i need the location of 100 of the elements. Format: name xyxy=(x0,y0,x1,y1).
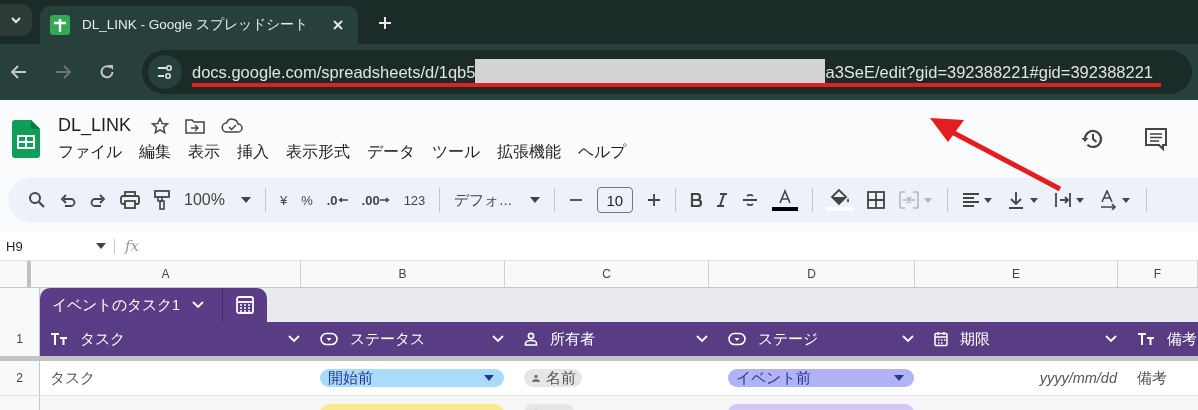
menu-item[interactable]: ファイル xyxy=(58,142,122,163)
star-icon[interactable] xyxy=(151,116,170,135)
left-arrow-icon xyxy=(337,197,348,203)
row-number[interactable]: 1 xyxy=(0,322,40,356)
horizontal-align-icon[interactable] xyxy=(961,192,994,208)
menu-item[interactable]: 拡張機能 xyxy=(497,142,561,163)
chevron-down-icon xyxy=(192,301,205,309)
row-number[interactable]: 2 xyxy=(16,371,23,385)
chevron-down-icon[interactable] xyxy=(288,335,300,343)
header-label: 期限 xyxy=(960,329,991,349)
header-label: ステージ xyxy=(758,329,819,349)
column-header-cell[interactable]: 所有者 xyxy=(514,322,718,356)
menu-item[interactable]: 挿入 xyxy=(237,142,269,163)
text-color-icon[interactable] xyxy=(771,189,798,211)
vertical-align-icon[interactable] xyxy=(1007,191,1040,209)
menu-item[interactable]: ツール xyxy=(432,142,480,163)
fill-color-icon[interactable] xyxy=(826,188,853,212)
browser-tab[interactable]: DL_LINK - Google スプレッドシート xyxy=(40,6,358,44)
dropdown-arrow-icon xyxy=(240,197,251,203)
url-text: docs.google.com/spreadsheets/d/1qb5 xyxy=(192,62,476,82)
reload-icon[interactable] xyxy=(98,63,116,81)
cloud-check-icon[interactable] xyxy=(221,117,244,134)
move-folder-icon[interactable] xyxy=(185,117,206,134)
percent-button[interactable]: % xyxy=(301,192,313,208)
chevron-down-icon[interactable] xyxy=(1105,335,1117,343)
chevron-down-icon[interactable] xyxy=(696,335,708,343)
font-size-field[interactable]: 10 xyxy=(596,187,633,213)
dropdown-chip-icon xyxy=(320,332,338,346)
text-rotation-icon[interactable] xyxy=(1099,190,1132,210)
chevron-down-icon[interactable] xyxy=(492,335,504,343)
zoom-dropdown[interactable]: 100% xyxy=(184,191,251,209)
menu-item[interactable]: 編集 xyxy=(139,142,171,163)
undo-icon[interactable] xyxy=(60,193,76,207)
right-arrow-icon xyxy=(379,197,390,203)
text-wrapping-icon[interactable] xyxy=(1053,192,1086,208)
search-icon[interactable] xyxy=(28,191,46,209)
status-chip[interactable]: 開始前 xyxy=(320,369,504,387)
tab-list-button[interactable] xyxy=(0,4,32,36)
url-text: a3SeE/edit?gid=392388221#gid=392388221 xyxy=(825,62,1154,82)
column-header-cell[interactable]: ステージ xyxy=(718,322,924,356)
text-type-icon xyxy=(1137,332,1155,346)
back-arrow-icon[interactable] xyxy=(10,64,28,80)
dropdown-arrow-icon xyxy=(484,375,494,381)
menu-item[interactable]: データ xyxy=(367,142,415,163)
menu-item[interactable]: ヘルプ xyxy=(578,142,626,163)
header-label: タスク xyxy=(80,329,126,349)
column-header-cell[interactable]: タスク xyxy=(40,322,310,356)
dropdown-chip-icon xyxy=(728,332,746,346)
column-header[interactable]: E xyxy=(915,261,1118,287)
borders-icon[interactable] xyxy=(866,191,885,209)
new-tab-icon[interactable] xyxy=(378,16,392,30)
chevron-down-icon[interactable] xyxy=(902,335,914,343)
table-name-tab[interactable]: イベントのタスク1 xyxy=(40,288,224,322)
decrease-decimal-button[interactable]: .0 xyxy=(326,192,348,208)
calendar-icon xyxy=(934,331,948,347)
paint-format-icon[interactable] xyxy=(154,190,170,210)
strikethrough-icon[interactable] xyxy=(741,193,758,207)
column-header[interactable]: A xyxy=(31,261,301,287)
column-header-cell[interactable]: 備考 xyxy=(1127,322,1198,356)
dropdown-arrow-icon xyxy=(529,197,540,203)
menu-item[interactable]: 表示 xyxy=(188,142,220,163)
person-icon xyxy=(532,374,540,382)
person-icon xyxy=(524,332,538,346)
close-icon[interactable] xyxy=(332,19,344,31)
column-header-cell[interactable]: 期限 xyxy=(924,322,1127,356)
menu-item[interactable]: 表示形式 xyxy=(286,142,350,163)
document-title[interactable]: DL_LINK xyxy=(58,115,132,136)
chevron-down-icon xyxy=(10,16,22,24)
currency-button[interactable]: ¥ xyxy=(279,192,288,208)
person-chip[interactable]: 名前 xyxy=(524,369,582,387)
bold-icon[interactable] xyxy=(689,193,702,207)
column-header-cell[interactable]: ステータス xyxy=(310,322,514,356)
formula-label: fx xyxy=(125,237,139,255)
sheets-favicon-icon xyxy=(50,15,70,35)
table-cell: 備考 xyxy=(1137,368,1167,388)
column-header[interactable]: C xyxy=(505,261,709,287)
header-label: ステータス xyxy=(350,329,426,349)
table-cell: タスク xyxy=(50,368,95,388)
italic-icon[interactable] xyxy=(715,193,728,207)
column-header[interactable]: D xyxy=(709,261,915,287)
column-header[interactable]: F xyxy=(1118,261,1198,287)
comment-icon[interactable] xyxy=(1144,127,1168,151)
status-chip[interactable]: イベント前 xyxy=(728,369,914,387)
column-header[interactable]: B xyxy=(301,261,505,287)
font-dropdown[interactable]: デフォ... xyxy=(454,190,540,210)
dropdown-arrow-icon xyxy=(96,243,106,249)
plus-icon[interactable] xyxy=(646,193,661,207)
date-cell: yyyy/mm/dd xyxy=(1039,370,1117,386)
dropdown-arrow-icon xyxy=(894,375,904,381)
print-icon[interactable] xyxy=(120,191,140,209)
address-bar[interactable]: docs.google.com/spreadsheets/d/1qb5 a3SeE/edit?gid=392388221#gid=392388221 xyxy=(142,50,1192,94)
site-settings-icon[interactable] xyxy=(148,55,182,89)
redo-icon[interactable] xyxy=(90,193,106,207)
number-format-button[interactable]: 123 xyxy=(403,192,426,208)
merge-cells-icon xyxy=(898,191,933,209)
header-label: 備考 xyxy=(1167,329,1197,349)
increase-decimal-button[interactable]: .00 xyxy=(361,192,390,208)
table-calculator-icon[interactable] xyxy=(223,288,268,322)
text-type-icon xyxy=(50,332,68,346)
cell-reference-box[interactable]: H9 xyxy=(0,238,115,254)
